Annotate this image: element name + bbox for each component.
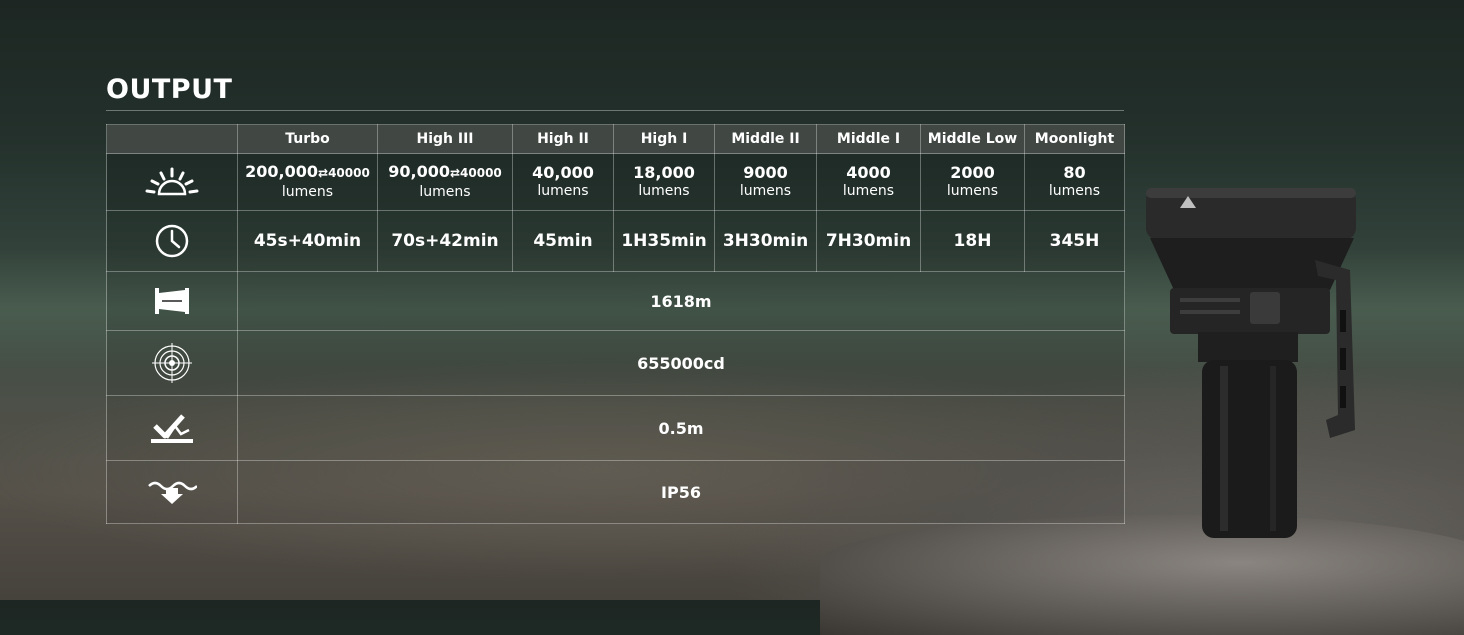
waterproof-value: IP56 (237, 460, 1125, 524)
clock-icon (106, 210, 238, 272)
runtime-cell: 3H30min (714, 210, 817, 272)
mode-header: Turbo (237, 124, 378, 154)
runtime-cell: 18H (920, 210, 1025, 272)
runtime-row: 45s+40min 70s+42min 45min 1H35min 3H30mi… (106, 210, 1125, 272)
title-divider (106, 110, 1124, 111)
mode-header: Middle I (816, 124, 921, 154)
water-resistance-icon (106, 460, 238, 524)
lumens-cell: 18,000 lumens (613, 153, 715, 211)
beam-distance-icon (106, 271, 238, 331)
mode-header: High I (613, 124, 715, 154)
runtime-cell: 7H30min (816, 210, 921, 272)
light-burst-icon (106, 153, 238, 211)
impact-value: 0.5m (237, 395, 1125, 461)
distance-row: 1618m (106, 271, 1125, 331)
runtime-cell: 45min (512, 210, 614, 272)
lumens-cell: 4000 lumens (816, 153, 921, 211)
mode-header-row: Turbo High III High II High I Middle II … (106, 124, 1125, 154)
mode-header: Moonlight (1024, 124, 1125, 154)
target-intensity-icon (106, 330, 238, 396)
header-blank (106, 124, 238, 154)
impact-resistance-icon (106, 395, 238, 461)
lumens-cell: 90,000⇄40000 lumens (377, 153, 513, 211)
lumens-cell: 9000 lumens (714, 153, 817, 211)
section-title: OUTPUT (106, 74, 233, 105)
impact-row: 0.5m (106, 395, 1125, 461)
mode-header: Middle Low (920, 124, 1025, 154)
runtime-cell: 70s+42min (377, 210, 513, 272)
lumens-cell: 80 lumens (1024, 153, 1125, 211)
runtime-cell: 1H35min (613, 210, 715, 272)
runtime-cell: 345H (1024, 210, 1125, 272)
intensity-value: 655000cd (237, 330, 1125, 396)
mode-header: High II (512, 124, 614, 154)
flashlight-illustration (1146, 188, 1356, 538)
runtime-cell: 45s+40min (237, 210, 378, 272)
output-spec-table: Turbo High III High II High I Middle II … (106, 124, 1125, 524)
lumens-cell: 200,000⇄40000 lumens (237, 153, 378, 211)
waterproof-row: IP56 (106, 460, 1125, 524)
mode-header: Middle II (714, 124, 817, 154)
lumens-cell: 40,000 lumens (512, 153, 614, 211)
distance-value: 1618m (237, 271, 1125, 331)
lumens-row: 200,000⇄40000 lumens 90,000⇄40000 lumens 4… (106, 153, 1125, 211)
mode-header: High III (377, 124, 513, 154)
lumens-cell: 2000 lumens (920, 153, 1025, 211)
intensity-row: 655000cd (106, 330, 1125, 396)
